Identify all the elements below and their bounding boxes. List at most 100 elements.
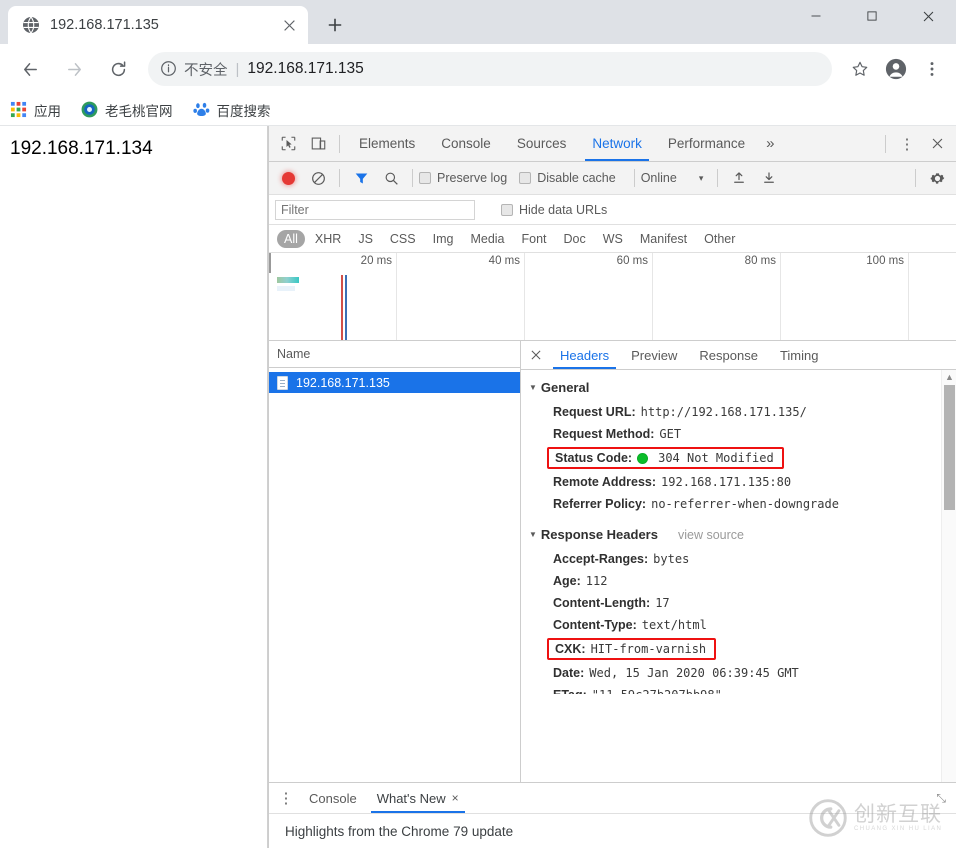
tab-sources[interactable]: Sources bbox=[504, 126, 580, 161]
drawer-tab-label: What's New bbox=[376, 790, 446, 806]
clear-icon[interactable] bbox=[303, 164, 333, 192]
resource-type-filters: All XHR JS CSS Img Media Font Doc WS Man… bbox=[269, 225, 956, 253]
type-filter-js[interactable]: JS bbox=[351, 230, 380, 248]
type-filter-doc[interactable]: Doc bbox=[557, 230, 593, 248]
back-arrow-icon[interactable] bbox=[13, 52, 47, 86]
header-value: HIT-from-varnish bbox=[590, 642, 707, 656]
tab-close-icon[interactable] bbox=[278, 14, 300, 36]
filter-funnel-icon[interactable] bbox=[346, 164, 376, 192]
type-filter-css[interactable]: CSS bbox=[383, 230, 423, 248]
header-name: Age: bbox=[553, 574, 581, 588]
header-row-request-url: Request URL: http://192.168.171.135/ bbox=[529, 401, 956, 423]
header-value: 17 bbox=[655, 596, 670, 610]
three-dot-menu-icon[interactable] bbox=[916, 53, 948, 85]
type-filter-xhr[interactable]: XHR bbox=[308, 230, 348, 248]
tab-performance[interactable]: Performance bbox=[655, 126, 758, 161]
search-icon[interactable] bbox=[376, 164, 406, 192]
more-panels-icon[interactable]: » bbox=[758, 135, 782, 152]
toolbar-right-actions bbox=[840, 53, 948, 85]
device-toolbar-icon[interactable] bbox=[303, 130, 333, 158]
header-row-age: Age: 112 bbox=[529, 570, 956, 592]
view-source-link[interactable]: view source bbox=[678, 528, 744, 542]
timeline-tick-label: 40 ms bbox=[488, 255, 520, 267]
bookmark-baidu[interactable]: 百度搜索 bbox=[192, 100, 271, 120]
header-value: 112 bbox=[585, 574, 608, 588]
header-value: bytes bbox=[653, 552, 690, 566]
divider bbox=[339, 134, 340, 153]
divider bbox=[412, 169, 413, 187]
response-headers-section-title: Response Headers bbox=[540, 527, 658, 542]
whats-new-content: Highlights from the Chrome 79 update bbox=[269, 814, 956, 848]
import-har-icon[interactable] bbox=[724, 164, 754, 192]
network-overview-timeline[interactable]: 20 ms 40 ms 60 ms 80 ms 100 ms bbox=[269, 253, 956, 341]
header-value: text/html bbox=[641, 618, 707, 632]
browser-tab[interactable]: 192.168.171.135 bbox=[8, 6, 308, 44]
tab-preview[interactable]: Preview bbox=[620, 341, 688, 369]
divider bbox=[633, 169, 635, 187]
maximize-icon[interactable] bbox=[844, 0, 900, 32]
tab-timing[interactable]: Timing bbox=[769, 341, 830, 369]
tab-console[interactable]: Console bbox=[428, 126, 504, 161]
tab-title: 192.168.171.135 bbox=[50, 17, 159, 33]
bookmark-apps[interactable]: 应用 bbox=[10, 100, 61, 120]
profile-avatar-icon[interactable] bbox=[880, 53, 912, 85]
header-name: Remote Address: bbox=[553, 475, 657, 489]
drawer-kebab-menu-icon[interactable]: ⋮ bbox=[273, 784, 299, 812]
baidu-paw-icon bbox=[192, 101, 210, 118]
devtools-kebab-menu-icon[interactable]: ⋮ bbox=[892, 130, 922, 158]
record-dot-icon[interactable] bbox=[273, 164, 303, 192]
star-icon[interactable] bbox=[844, 53, 876, 85]
request-list-header[interactable]: Name bbox=[269, 341, 520, 368]
table-row[interactable]: 192.168.171.135 bbox=[269, 372, 520, 393]
type-filter-img[interactable]: Img bbox=[426, 230, 461, 248]
security-warning-text: 不安全 bbox=[184, 62, 228, 79]
hide-data-urls-checkbox[interactable]: Hide data URLs bbox=[501, 203, 607, 217]
devtools-drawer: ⋮ Console What's New × ⤡ Highlights from… bbox=[268, 782, 956, 848]
request-list: Name 192.168.171.135 1 requests 272 B tr… bbox=[269, 341, 521, 848]
detail-close-icon[interactable] bbox=[523, 342, 549, 368]
headers-scrollbar[interactable]: ▲ ▼ bbox=[941, 370, 956, 848]
inspect-element-icon[interactable] bbox=[273, 130, 303, 158]
type-filter-font[interactable]: Font bbox=[515, 230, 554, 248]
new-tab-button[interactable] bbox=[320, 10, 350, 40]
throttling-select[interactable]: Online ▾ bbox=[641, 171, 704, 185]
drawer-tab-console[interactable]: Console bbox=[299, 783, 367, 813]
drawer-expand-icon[interactable]: ⤡ bbox=[936, 791, 956, 806]
tab-response[interactable]: Response bbox=[688, 341, 769, 369]
tab-network[interactable]: Network bbox=[579, 126, 655, 161]
header-value: 192.168.171.135:80 bbox=[661, 475, 792, 489]
response-headers-section-header[interactable]: ▼ Response Headers view source bbox=[529, 527, 956, 542]
devtools-close-icon[interactable] bbox=[922, 130, 952, 158]
preserve-log-checkbox[interactable]: Preserve log bbox=[419, 171, 507, 185]
tab-headers[interactable]: Headers bbox=[549, 341, 620, 369]
header-row-etag: ETag: "11-59c27b207bb98" bbox=[529, 684, 956, 694]
status-code-highlight-box: Status Code: 304 Not Modified bbox=[547, 447, 784, 469]
bookmark-laomaotao[interactable]: 老毛桃官网 bbox=[81, 100, 173, 120]
info-circle-icon[interactable] bbox=[160, 60, 178, 78]
scroll-up-arrow-icon[interactable]: ▲ bbox=[942, 370, 956, 384]
type-filter-media[interactable]: Media bbox=[463, 230, 511, 248]
gear-icon[interactable] bbox=[922, 164, 952, 192]
type-filter-ws[interactable]: WS bbox=[596, 230, 630, 248]
window-close-icon[interactable] bbox=[900, 0, 956, 32]
export-har-icon[interactable] bbox=[754, 164, 784, 192]
scrollbar-thumb[interactable] bbox=[944, 385, 955, 510]
type-filter-manifest[interactable]: Manifest bbox=[633, 230, 694, 248]
header-name: ETag: bbox=[553, 688, 587, 694]
address-bar[interactable]: 不安全 | 192.168.171.135 bbox=[148, 52, 832, 86]
forward-arrow-icon[interactable] bbox=[57, 52, 91, 86]
reload-icon[interactable] bbox=[101, 52, 135, 86]
header-name: Request Method: bbox=[553, 427, 655, 441]
disable-cache-checkbox[interactable]: Disable cache bbox=[519, 171, 616, 185]
drawer-tab-whats-new[interactable]: What's New × bbox=[367, 783, 469, 813]
general-section-header[interactable]: ▼ General bbox=[529, 380, 956, 395]
drawer-tab-close-icon[interactable]: × bbox=[452, 791, 459, 805]
minimize-icon[interactable] bbox=[788, 0, 844, 32]
apps-grid-icon bbox=[10, 101, 27, 118]
type-filter-all[interactable]: All bbox=[277, 229, 305, 248]
general-section-title: General bbox=[540, 380, 590, 395]
hide-data-urls-label: Hide data URLs bbox=[519, 202, 608, 217]
filter-input[interactable] bbox=[275, 199, 475, 220]
type-filter-other[interactable]: Other bbox=[697, 230, 742, 248]
tab-elements[interactable]: Elements bbox=[346, 126, 428, 161]
